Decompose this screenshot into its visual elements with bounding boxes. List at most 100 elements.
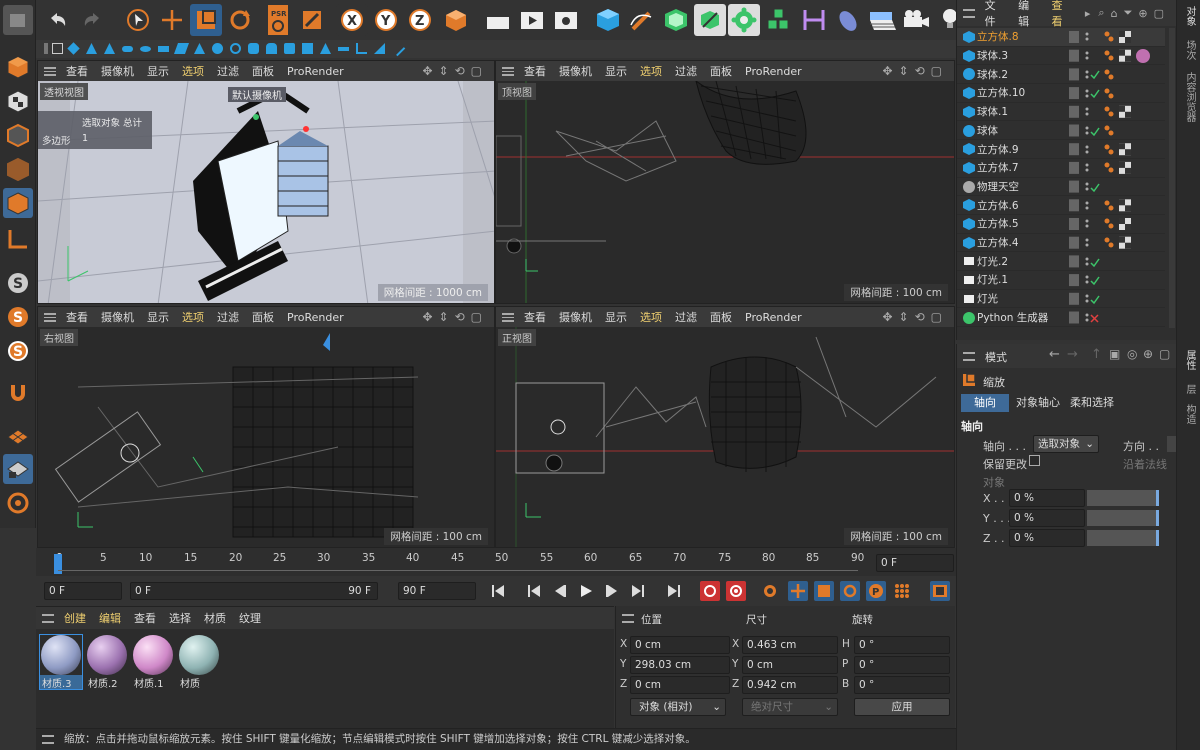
up-arrow-icon[interactable]: ↑ — [1091, 347, 1102, 362]
disc-small-icon[interactable] — [140, 46, 151, 52]
tube-small-icon[interactable] — [248, 43, 259, 54]
key-position-icon[interactable] — [788, 581, 808, 601]
tab-objects[interactable]: 对象 — [1182, 6, 1197, 26]
cone-small-icon[interactable] — [86, 43, 97, 54]
menu-prorender[interactable]: ProRender — [745, 311, 802, 324]
snap-point-icon[interactable] — [52, 43, 63, 54]
more-icon[interactable]: ▸ — [1085, 7, 1091, 20]
deformer-icon[interactable] — [694, 4, 726, 36]
menu-panel[interactable]: 面板 — [710, 63, 732, 79]
menu-view[interactable]: 查看 — [66, 309, 88, 325]
menu-display[interactable]: 显示 — [605, 63, 627, 79]
menu-view[interactable]: 查看 — [524, 63, 546, 79]
key-scale-icon[interactable] — [814, 581, 834, 601]
cube-small-icon[interactable] — [67, 42, 80, 55]
rotation-h-field[interactable]: 0 ° — [854, 636, 950, 654]
mograph-cloner-icon[interactable] — [728, 4, 760, 36]
tab-takes[interactable]: 场次 — [1182, 40, 1197, 60]
menu-icon[interactable] — [502, 312, 514, 322]
symmetry-icon[interactable] — [3, 488, 33, 518]
spline-small-icon[interactable] — [389, 40, 406, 57]
menu-options[interactable]: 选项 — [182, 63, 204, 79]
z-percent-field[interactable]: 0 % — [1009, 529, 1085, 547]
menu-view[interactable]: 查看 — [1051, 0, 1072, 29]
menu-display[interactable]: 显示 — [605, 309, 627, 325]
x-slider[interactable] — [1087, 490, 1159, 506]
viewport-top[interactable]: 查看 摄像机 显示 选项 过滤 面板 ProRender ✥⇕⟲▢ 顶视图 网格… — [495, 60, 955, 304]
sky-floor-icon[interactable] — [866, 4, 898, 36]
material-swatch[interactable]: 材质 — [178, 635, 220, 690]
polygon-mode-icon[interactable] — [3, 188, 33, 218]
menu-filter[interactable]: 过滤 — [217, 309, 239, 325]
apply-button[interactable]: 应用 — [854, 698, 950, 716]
rotation-b-field[interactable]: 0 ° — [854, 676, 950, 694]
size-mode-dropdown[interactable]: 绝对尺寸 ⌄ — [742, 698, 838, 716]
recent-tool-icon[interactable] — [296, 4, 328, 36]
tab-soft-selection[interactable]: 柔和选择 — [1065, 394, 1119, 412]
undo-view-icon[interactable] — [3, 5, 33, 35]
menu-camera[interactable]: 摄像机 — [559, 63, 592, 79]
back-arrow-icon[interactable]: ← — [1049, 347, 1060, 362]
forward-arrow-icon[interactable]: → — [1067, 347, 1078, 362]
locked-workplane-icon[interactable] — [3, 454, 33, 484]
texture-mode-icon[interactable] — [3, 86, 33, 116]
prev-frame-icon[interactable] — [550, 581, 570, 601]
bezier-small-icon[interactable] — [356, 43, 367, 54]
magnet-icon[interactable] — [3, 378, 33, 408]
y-slider[interactable] — [1087, 510, 1159, 526]
key-pla-icon[interactable] — [892, 581, 912, 601]
material-swatch[interactable]: 材质.1 — [132, 635, 174, 690]
menu-options[interactable]: 选项 — [640, 63, 662, 79]
key-parameter-icon[interactable]: P — [866, 581, 886, 601]
lock-x-icon[interactable]: X — [336, 4, 368, 36]
scale-tool-icon[interactable] — [190, 4, 222, 36]
tab-layers[interactable]: 层 — [1182, 384, 1197, 394]
menu-camera[interactable]: 摄像机 — [101, 309, 134, 325]
menu-camera[interactable]: 摄像机 — [101, 63, 134, 79]
menu-icon[interactable] — [622, 614, 634, 623]
timeline-window-icon[interactable] — [930, 581, 950, 601]
object-scrollbar[interactable] — [1169, 28, 1175, 328]
menu-icon[interactable] — [42, 613, 54, 623]
menu-icon[interactable] — [42, 735, 54, 744]
rotation-p-field[interactable]: 0 ° — [854, 656, 950, 674]
menu-view[interactable]: 查看 — [524, 309, 546, 325]
new-panel-icon[interactable]: ⊕ — [1143, 347, 1153, 361]
render-settings-icon[interactable] — [550, 4, 582, 36]
viewport-nav-icons[interactable]: ✥⇕⟲▢ — [422, 310, 488, 324]
axis-mode-icon[interactable] — [3, 224, 33, 254]
tab-attributes[interactable]: 属性 — [1182, 350, 1197, 370]
menu-panel[interactable]: 面板 — [252, 309, 274, 325]
plane-small-icon[interactable] — [158, 46, 169, 52]
menu-material[interactable]: 材质 — [204, 610, 226, 626]
next-frame-icon[interactable] — [602, 581, 622, 601]
end-frame-field[interactable]: 90 F — [398, 582, 476, 600]
move-tool-icon[interactable] — [156, 4, 188, 36]
menu-filter[interactable]: 过滤 — [217, 63, 239, 79]
keyframe-selection-icon[interactable] — [760, 581, 780, 601]
size-y-field[interactable]: 0 cm — [742, 656, 838, 674]
model-mode-icon[interactable] — [3, 52, 33, 82]
record-icon[interactable] — [700, 581, 720, 601]
rotate-tool-icon[interactable] — [224, 4, 256, 36]
menu-create[interactable]: 创建 — [64, 610, 86, 626]
expand-icon[interactable]: ▢ — [1159, 347, 1170, 361]
menu-filter[interactable]: 过滤 — [675, 309, 697, 325]
coordinate-system-icon[interactable] — [440, 4, 472, 36]
menu-display[interactable]: 显示 — [147, 63, 169, 79]
play-icon[interactable] — [576, 581, 596, 601]
menu-prorender[interactable]: ProRender — [745, 65, 802, 78]
size-z-field[interactable]: 0.942 cm — [742, 676, 838, 694]
field-icon[interactable] — [798, 4, 830, 36]
tab-content-browser[interactable]: 内容浏览器 — [1182, 72, 1197, 122]
search-icon[interactable]: ⌕ — [1098, 6, 1104, 20]
timeline-ruler[interactable]: 0 5 10 15 20 25 30 35 40 45 50 55 60 65 … — [36, 548, 956, 576]
select-tool-icon[interactable] — [122, 4, 154, 36]
platonic-small-icon[interactable] — [302, 43, 313, 54]
playhead[interactable] — [54, 554, 62, 574]
lock-icon[interactable]: ▢ — [1154, 7, 1164, 20]
polygon-small-icon[interactable] — [173, 43, 190, 54]
snap-settings-icon[interactable]: S — [3, 302, 33, 332]
go-to-start-icon[interactable] — [488, 581, 508, 601]
mode-menu[interactable]: 模式 — [985, 349, 1007, 365]
